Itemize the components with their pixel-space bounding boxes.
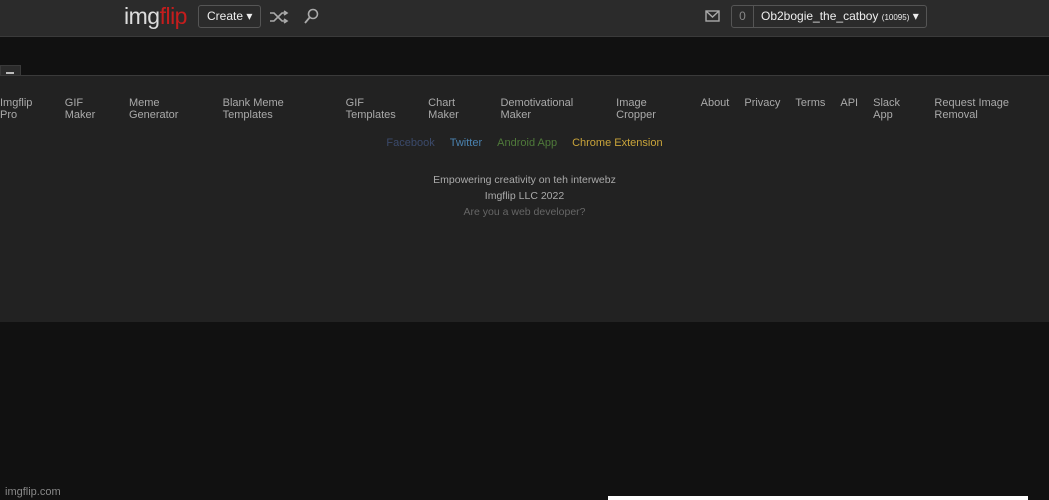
mail-icon[interactable] [705,10,720,22]
username: Ob2bogie_the_catboy [761,9,879,23]
developer-link[interactable]: Are you a web developer? [464,206,586,218]
footer-link[interactable]: GIF Templates [346,97,414,121]
footer-link[interactable]: Terms [795,97,825,121]
footer-link[interactable]: GIF Maker [65,97,114,121]
footer-link[interactable]: Image Cropper [616,97,685,121]
footer-link[interactable]: Slack App [873,97,919,121]
user-menu[interactable]: 0 Ob2bogie_the_catboy (10095) ▾ [731,5,927,28]
footer-link[interactable]: About [701,97,730,121]
footer: Imgflip Pro GIF Maker Meme Generator Blank … [0,75,1049,322]
minus-icon [6,72,14,74]
social-link[interactable]: Twitter [450,137,482,149]
footer-link[interactable]: API [840,97,858,121]
user-points: (10095) [881,13,910,22]
footer-link[interactable]: Imgflip Pro [0,97,50,121]
footer-link[interactable]: Request Image Removal [934,97,1049,121]
footer-link[interactable]: Demotivational Maker [500,97,601,121]
social-link[interactable]: Chrome Extension [572,137,663,149]
footer-link[interactable]: Blank Meme Templates [223,97,331,121]
top-header: imgflip Create ▾ 0 Ob2bogie_the_catboy (… [0,0,1049,37]
watermark-text: imgflip.com [5,486,61,498]
footer-link[interactable]: Chart Maker [428,97,485,121]
search-icon[interactable] [303,8,319,24]
create-button[interactable]: Create ▾ [198,5,262,28]
footer-link[interactable]: Meme Generator [129,97,208,121]
chevron-down-icon: ▾ [912,9,919,23]
social-link[interactable]: Android App [497,137,557,149]
tagline: Empowering creativity on teh interwebz [433,174,616,186]
shuffle-icon[interactable] [269,10,289,24]
collapse-tab[interactable] [0,65,21,75]
footer-link[interactable]: Privacy [744,97,780,121]
copyright: Imgflip LLC 2022 [484,190,565,202]
notification-count[interactable]: 0 [732,6,754,27]
social-link[interactable]: Facebook [386,137,434,149]
imgflip-logo[interactable]: imgflip [124,3,187,30]
white-bar [608,496,1028,500]
